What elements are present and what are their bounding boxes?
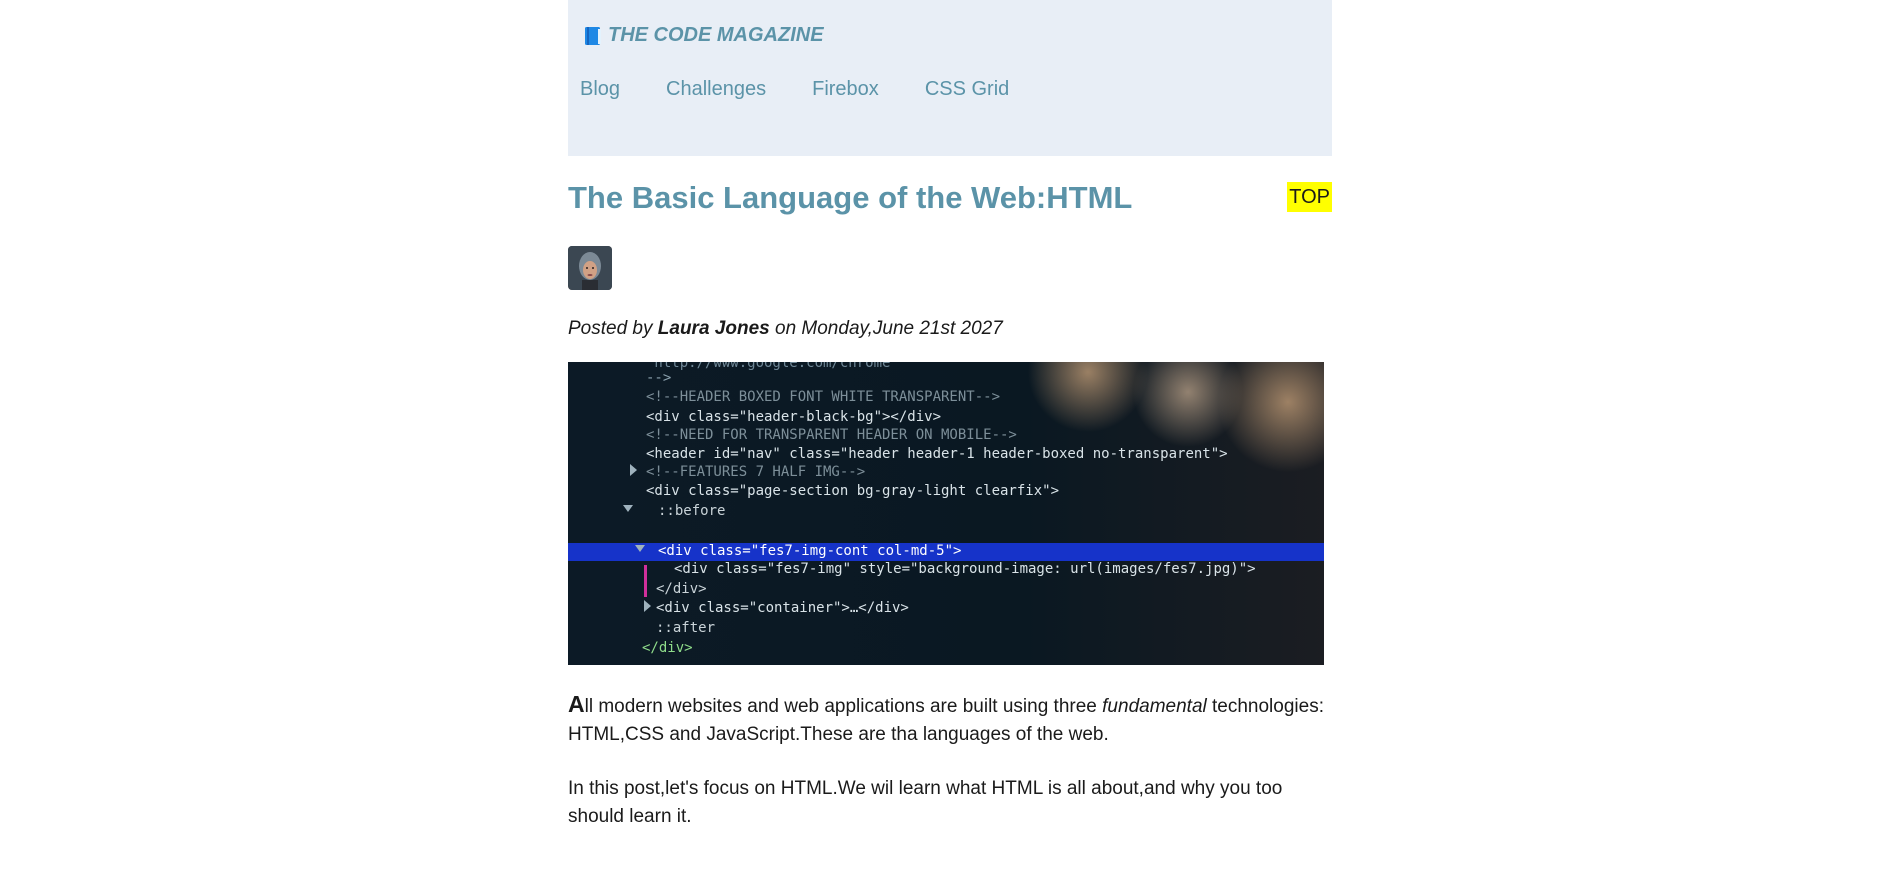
author-avatar (568, 246, 612, 290)
author-name: Laura Jones (657, 318, 770, 339)
brand[interactable]: THE CODE MAGAZINE (584, 24, 824, 47)
byline-prefix: Posted by (568, 318, 653, 339)
para1-text-a: ll modern websites and web applications … (584, 696, 1103, 717)
article-paragraph-1: All modern websites and web applications… (568, 690, 1332, 749)
hero-code-line: <div class="page-section bg-gray-light c… (646, 483, 1059, 499)
nav-item-blog[interactable]: Blog (580, 78, 620, 101)
page-container: THE CODE MAGAZINE Blog Challenges Firebo… (568, 0, 1332, 827)
hero-code-line: <header id="nav" class="header header-1 … (646, 446, 1228, 462)
hero-code-line: <!--NEED FOR TRANSPARENT HEADER ON MOBIL… (646, 427, 1017, 443)
nav-item-firebox[interactable]: Firebox (812, 78, 879, 101)
article-paragraph-2: In this post,let's focus on HTML.We wil … (568, 778, 1283, 827)
post-title: The Basic Language of the Web:HTML (568, 180, 1133, 215)
hero-code-line: <!--FEATURES 7 HALF IMG--> (646, 464, 865, 480)
main-nav: Blog Challenges Firebox CSS Grid (580, 78, 1009, 101)
hero-code-line: <!--HEADER BOXED FONT WHITE TRANSPARENT-… (646, 389, 1000, 405)
article-body: All modern websites and web applications… (568, 690, 1332, 831)
hero-code-line: </div> (642, 640, 693, 656)
hero-code-line: ::after (656, 620, 715, 636)
hero-code-line: <div class="header-black-bg"></div> (646, 409, 941, 425)
para1-text-b: technologies: (1206, 696, 1324, 717)
hero-code-line: ::before (658, 503, 725, 519)
para1-line-2: HTML,CSS and JavaScript.These are tha la… (568, 724, 1109, 745)
hero-code-line: <div class="fes7-img-cont col-md-5"> (658, 543, 961, 559)
hero-code-line: "http://www.google.com/chrome" (646, 362, 899, 371)
top-link[interactable]: TOP (1287, 182, 1332, 212)
post-date: on Monday,June 21st 2027 (775, 318, 1003, 339)
site-header: THE CODE MAGAZINE Blog Challenges Firebo… (568, 0, 1332, 156)
nav-item-css-grid[interactable]: CSS Grid (925, 78, 1009, 101)
hero-code-line: <div class="container">…</div> (656, 600, 909, 616)
nav-item-challenges[interactable]: Challenges (666, 78, 766, 101)
hero-code-line: <div class="fes7-img" style="background-… (674, 561, 1256, 577)
hero-code-line: --> (646, 370, 671, 386)
book-icon (584, 26, 602, 46)
hero-code-line: </div> (656, 581, 707, 597)
hero-image: "http://www.google.com/chrome" --> <!--HEA… (568, 362, 1324, 665)
brand-title: THE CODE MAGAZINE (608, 24, 824, 46)
post-byline: Posted by Laura Jones on Monday,June 21s… (568, 318, 1003, 340)
para1-emphasis: fundamental (1102, 696, 1207, 717)
dropcap: A (568, 691, 585, 717)
